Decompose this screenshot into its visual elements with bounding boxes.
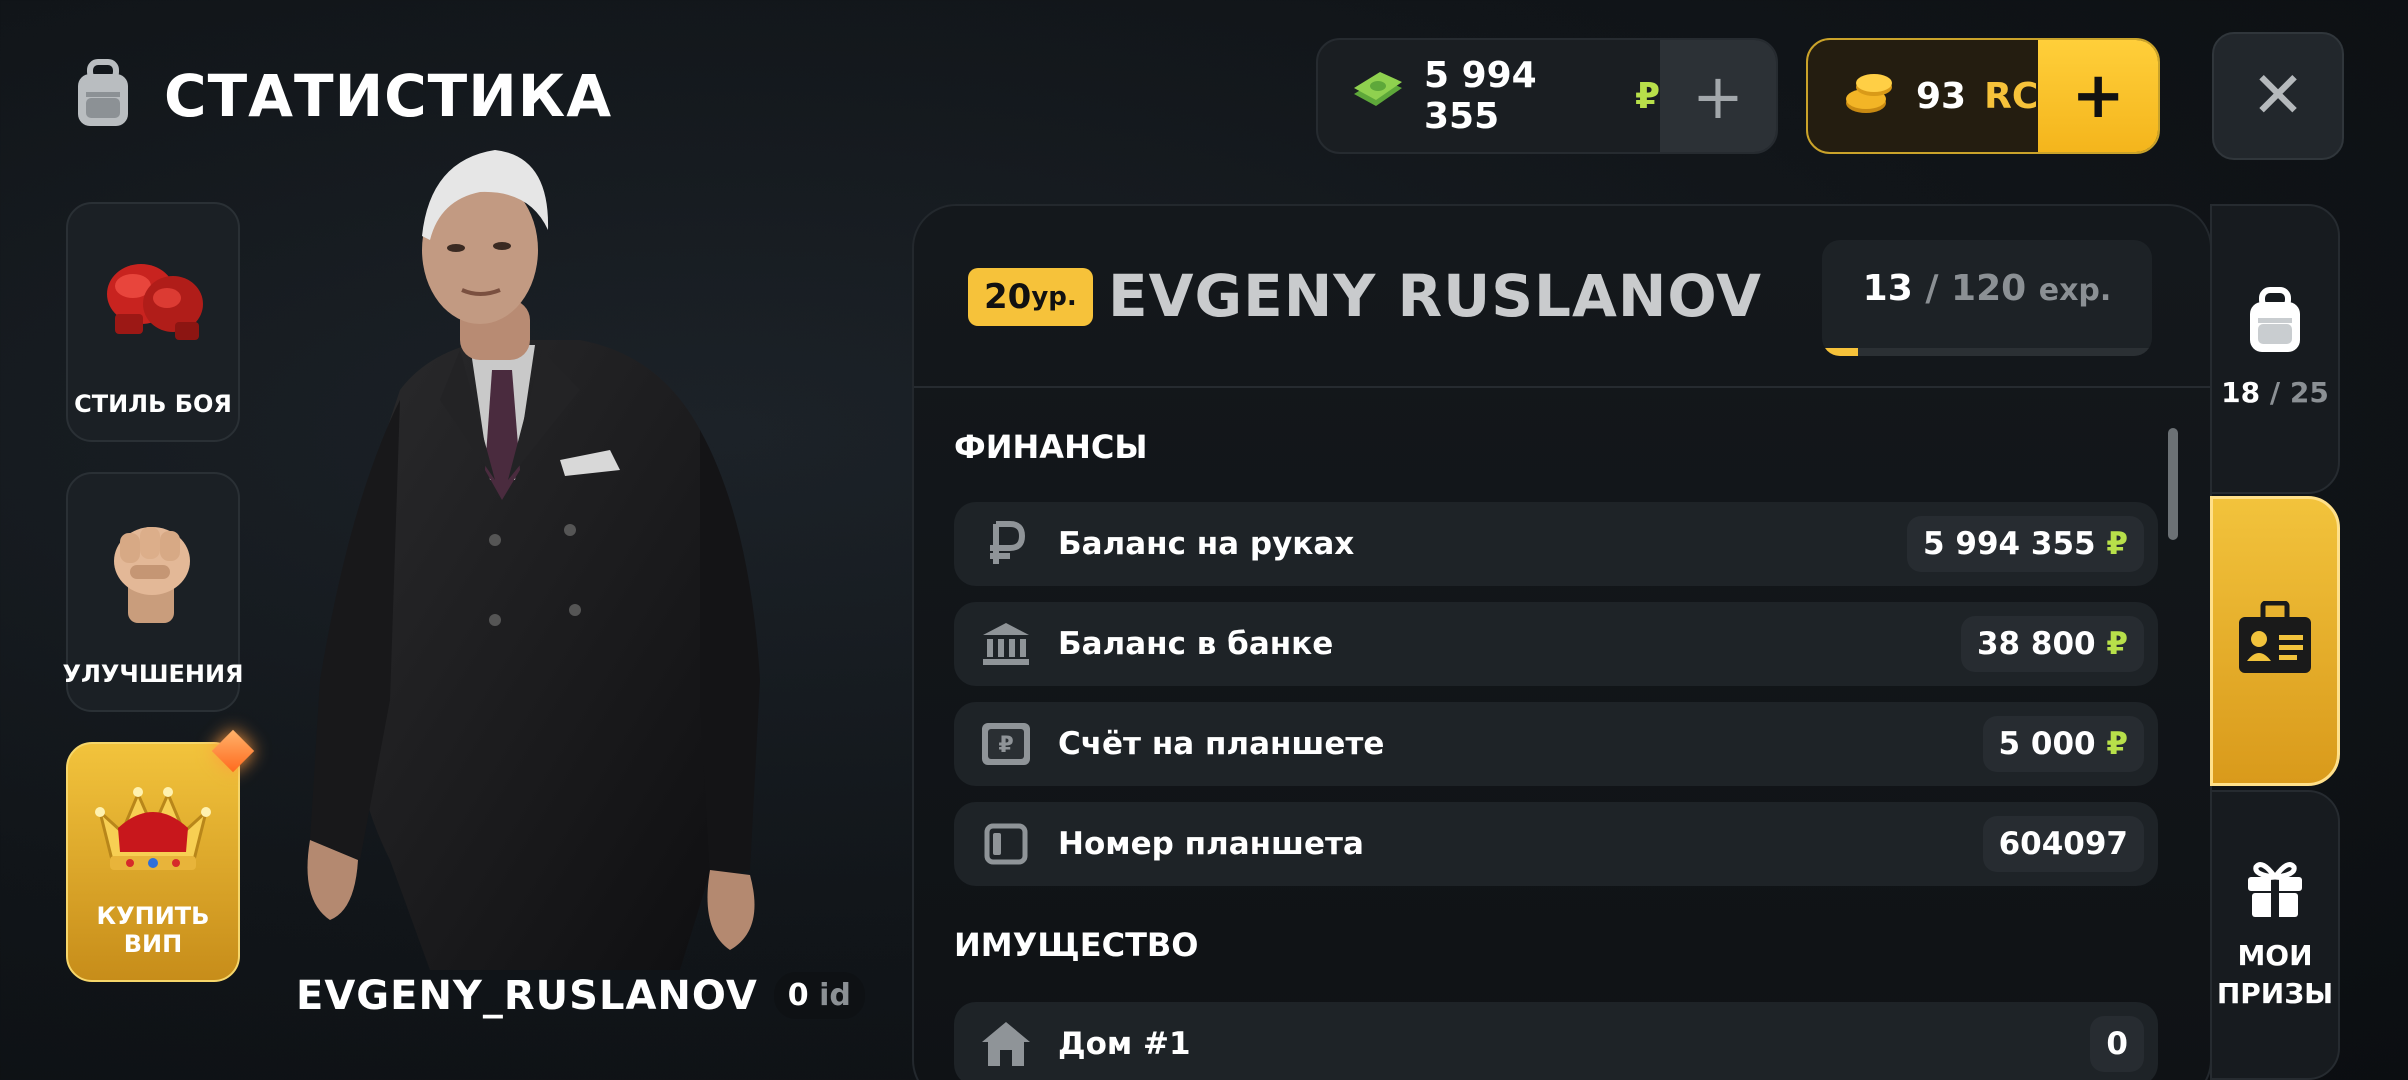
diamond-icon — [211, 729, 255, 773]
inventory-max: 25 — [2289, 376, 2329, 410]
fight-style-label: СТИЛЬ БОЯ — [74, 390, 232, 418]
upgrades-label: УЛУЧШЕНИЯ — [62, 660, 244, 688]
gift-icon — [2244, 857, 2306, 923]
experience-text: 13 / 120 exp. — [1822, 268, 2152, 309]
finance-value: 604097 — [1982, 816, 2144, 872]
finance-currency: ₽ — [2106, 526, 2128, 562]
finance-row-bank: Баланс в банке 38 800 ₽ — [954, 602, 2158, 686]
fist-icon — [98, 474, 208, 660]
property-value: 0 — [2090, 1016, 2144, 1072]
level-badge: 20 ур. — [968, 268, 1093, 326]
house-icon — [954, 1020, 1058, 1068]
tablet-icon — [954, 823, 1058, 865]
money-balance: 5 994 355 ₽ + — [1316, 38, 1778, 154]
add-rc-button[interactable]: + — [2038, 40, 2158, 152]
profile-name: EVGENY RUSLANOV — [1108, 262, 1763, 330]
player-name: EVGENY_RUSLANOV — [296, 972, 758, 1019]
finance-amount: 5 994 355 — [1923, 526, 2096, 562]
inventory-separator: / — [2269, 376, 2281, 410]
bank-icon — [954, 621, 1058, 667]
buy-vip-button[interactable]: КУПИТЬ ВИП — [66, 729, 255, 982]
tab-stats[interactable] — [2210, 496, 2340, 786]
backpack-icon — [2242, 286, 2308, 360]
ruble-icon — [954, 520, 1058, 568]
player-nametag: EVGENY_RUSLANOV 0 id — [296, 972, 865, 1019]
experience-box: 13 / 120 exp. — [1822, 240, 2152, 356]
money-currency: ₽ — [1634, 75, 1660, 117]
player-id-badge: 0 id — [773, 972, 865, 1019]
buy-vip-label: КУПИТЬ ВИП — [96, 902, 210, 958]
finance-currency: ₽ — [2106, 726, 2128, 762]
id-card-icon — [2235, 600, 2315, 681]
finance-value: 5 000 ₽ — [1982, 716, 2144, 772]
rc-display: 93 RC — [1808, 40, 2038, 152]
exp-unit: exp. — [2038, 273, 2112, 308]
finance-value: 5 994 355 ₽ — [1907, 516, 2144, 572]
finance-amount: 604097 — [1998, 826, 2128, 862]
level-suffix: ур. — [1031, 282, 1077, 312]
money-display: 5 994 355 ₽ — [1318, 40, 1660, 152]
finance-currency: ₽ — [2106, 626, 2128, 662]
page-title: СТАТИСТИКА — [164, 62, 613, 130]
stats-panel: 20 ур. EVGENY RUSLANOV 13 / 120 exp. ФИНА… — [912, 204, 2212, 1080]
finances-title: ФИНАНСЫ — [954, 428, 1148, 466]
finance-label: Баланс в банке — [1058, 626, 1334, 662]
boxing-gloves-icon — [93, 204, 213, 390]
prizes-label-line2: ПРИЗЫ — [2216, 977, 2334, 1010]
exp-separator: / — [1925, 268, 1939, 309]
prizes-label-line1: МОИ — [2237, 939, 2313, 973]
finance-amount: 38 800 — [1976, 626, 2096, 662]
rc-balance: 93 RC + — [1806, 38, 2160, 154]
upgrades-button[interactable]: УЛУЧШЕНИЯ — [62, 472, 244, 712]
finance-label: Счёт на планшете — [1058, 726, 1385, 762]
prizes-label: МОИ ПРИЗЫ — [2217, 937, 2333, 1013]
finance-value: 38 800 ₽ — [1960, 616, 2144, 672]
player-id-value: 0 — [787, 978, 809, 1013]
rc-currency: RC — [1984, 75, 2039, 117]
cash-stack-icon — [1350, 71, 1406, 121]
property-row-house: Дом #1 0 — [954, 1002, 2158, 1080]
backpack-icon — [68, 58, 138, 134]
money-amount: 5 994 355 — [1424, 55, 1537, 137]
player-id-label: id — [819, 978, 851, 1013]
close-icon: ✕ — [2251, 59, 2305, 133]
profile-header: 20 ур. EVGENY RUSLANOV 13 / 120 exp. — [914, 206, 2210, 388]
level-number: 20 — [984, 277, 1032, 317]
crown-icon — [88, 744, 218, 902]
rc-amount: 93 — [1916, 75, 1967, 117]
tab-inventory[interactable]: 18 / 25 — [2210, 204, 2340, 494]
exp-progress-bar — [1822, 348, 2152, 356]
property-label: Дом #1 — [1058, 1026, 1191, 1062]
scrollbar-thumb[interactable] — [2168, 428, 2178, 540]
exp-progress-fill — [1822, 348, 1858, 356]
inventory-used: 18 — [2221, 376, 2261, 410]
close-button[interactable]: ✕ — [2212, 32, 2344, 160]
property-title: ИМУЩЕСТВО — [954, 926, 1199, 964]
add-money-button[interactable]: + — [1660, 40, 1776, 152]
coins-icon — [1842, 67, 1898, 126]
finance-label: Баланс на руках — [1058, 526, 1355, 562]
player-character-model — [280, 140, 800, 970]
exp-current: 13 — [1862, 268, 1913, 309]
inventory-count: 18 / 25 — [2221, 374, 2329, 412]
finance-amount: 5 000 — [1998, 726, 2096, 762]
exp-max: 120 — [1951, 268, 2027, 309]
finance-row-tablet-number: Номер планшета 604097 — [954, 802, 2158, 886]
finance-row-tablet-account: ₽ Счёт на планшете 5 000 ₽ — [954, 702, 2158, 786]
finance-label: Номер планшета — [1058, 826, 1364, 862]
tablet-wallet-icon: ₽ — [954, 721, 1058, 767]
tab-my-prizes[interactable]: МОИ ПРИЗЫ — [2210, 790, 2340, 1080]
finance-row-cash: Баланс на руках 5 994 355 ₽ — [954, 502, 2158, 586]
fight-style-button[interactable]: СТИЛЬ БОЯ — [66, 202, 240, 442]
page-header: СТАТИСТИКА — [68, 58, 612, 134]
svg-text:₽: ₽ — [998, 733, 1013, 758]
